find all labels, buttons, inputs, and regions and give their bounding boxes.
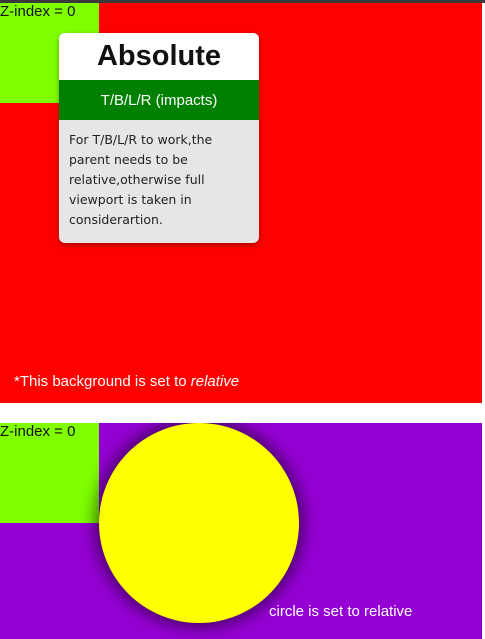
zindex-label: Z-index = 0 xyxy=(0,3,76,20)
card-body: For T/B/L/R to work,the parent needs to … xyxy=(69,132,213,227)
circle-note: circle is set to relative xyxy=(269,603,413,620)
absolute-card: Absolute T/B/L/R (impacts) For T/B/L/R t… xyxy=(59,33,259,243)
background-note-prefix: *This background is set to xyxy=(14,373,191,390)
yellow-circle xyxy=(99,423,299,623)
card-subtitle: T/B/L/R (impacts) xyxy=(59,80,259,120)
circle-section: Z-index = 0 circle is set to relative xyxy=(0,423,482,639)
background-note-emphasis: relative xyxy=(190,373,240,390)
zindex-label: Z-index = 0 xyxy=(0,423,76,440)
card-title: Absolute xyxy=(59,33,259,80)
background-note: *This background is set to relative xyxy=(14,373,239,390)
relative-background-section: Z-index = 0 Absolute T/B/L/R (impacts) F… xyxy=(0,3,482,403)
